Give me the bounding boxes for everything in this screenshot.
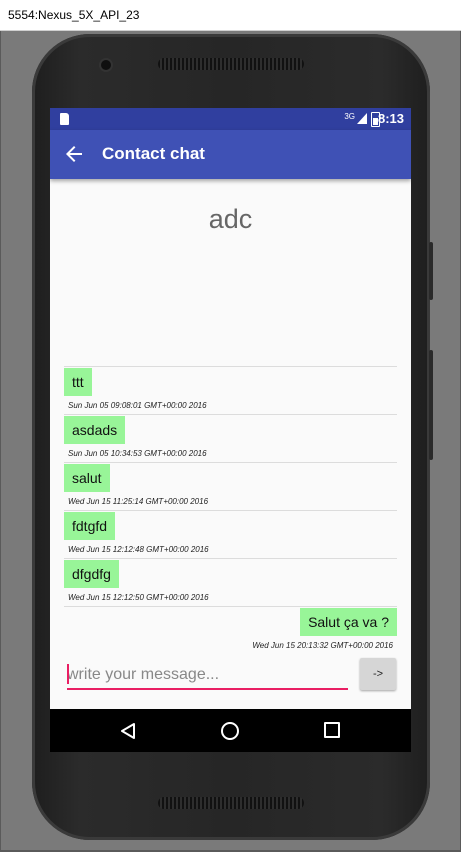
volume-button[interactable] (429, 350, 433, 460)
message-row-outgoing: Salut ça va ? Wed Jun 15 20:13:32 GMT+00… (64, 606, 397, 654)
status-time: 8:13 (377, 111, 404, 126)
circle-home-icon[interactable] (221, 722, 239, 740)
message-input[interactable] (67, 662, 348, 690)
composer: -> (64, 656, 397, 692)
message-timestamp: Wed Jun 15 20:13:32 GMT+00:00 2016 (252, 641, 393, 650)
message-bubble: Salut ça va ? (300, 608, 397, 636)
message-row: asdads Sun Jun 05 10:34:53 GMT+00:00 201… (64, 414, 397, 462)
network-type: 3G (344, 112, 355, 121)
emulator-titlebar: 5554:Nexus_5X_API_23 (0, 0, 461, 31)
signal-icon (357, 113, 367, 124)
square-recents-icon[interactable] (324, 722, 340, 738)
bottom-speaker (158, 797, 304, 809)
top-speaker (158, 58, 304, 70)
message-timestamp: Wed Jun 15 12:12:48 GMT+00:00 2016 (68, 545, 209, 554)
message-timestamp: Wed Jun 15 11:25:14 GMT+00:00 2016 (68, 497, 209, 506)
phone-screen: 3G 8:13 Contact chat adc ttt Sun Jun 05 … (50, 108, 411, 752)
page-title: Contact chat (102, 144, 205, 163)
front-camera (101, 60, 111, 70)
message-row: fdtgfd Wed Jun 15 12:12:48 GMT+00:00 201… (64, 510, 397, 558)
power-button[interactable] (429, 242, 433, 300)
message-row: salut Wed Jun 15 11:25:14 GMT+00:00 2016 (64, 462, 397, 510)
navigation-bar (50, 709, 411, 752)
message-timestamp: Sun Jun 05 10:34:53 GMT+00:00 2016 (68, 449, 207, 458)
message-timestamp: Wed Jun 15 12:12:50 GMT+00:00 2016 (68, 593, 209, 602)
message-bubble: fdtgfd (64, 512, 116, 540)
message-row: dfgdfg Wed Jun 15 12:12:50 GMT+00:00 201… (64, 558, 397, 606)
text-caret (67, 664, 69, 684)
message-bubble: salut (64, 464, 110, 492)
message-bubble: asdads (64, 416, 126, 444)
app-bar: Contact chat (50, 130, 411, 179)
send-button[interactable]: -> (360, 658, 396, 690)
message-timestamp: Sun Jun 05 09:08:01 GMT+00:00 2016 (68, 401, 207, 410)
contact-name: adc (208, 204, 253, 234)
triangle-back-icon[interactable] (120, 722, 136, 740)
message-row: ttt Sun Jun 05 09:08:01 GMT+00:00 2016 (64, 366, 397, 414)
message-bubble: dfgdfg (64, 560, 119, 588)
arrow-left-icon[interactable] (62, 142, 86, 166)
sd-card-icon (60, 113, 69, 125)
message-bubble: ttt (64, 368, 92, 396)
emulator-title: 5554:Nexus_5X_API_23 (8, 8, 140, 22)
status-bar: 3G 8:13 (50, 108, 411, 130)
